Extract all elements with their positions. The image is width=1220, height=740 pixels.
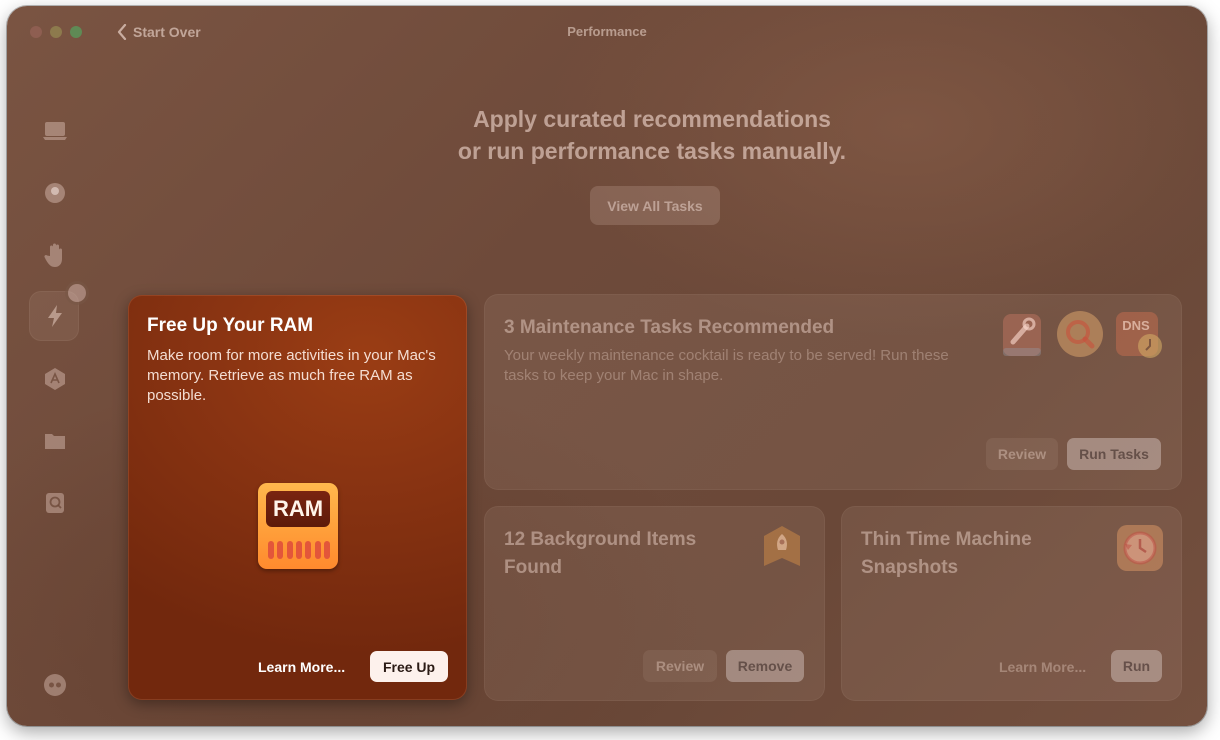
background-card-title: 12 Background Items Found	[504, 529, 697, 578]
sidebar-item-privacy[interactable]	[40, 240, 70, 270]
run-button[interactable]: Run	[1111, 650, 1162, 682]
ram-learn-more-link[interactable]: Learn More...	[258, 659, 345, 675]
view-all-tasks-button[interactable]: View All Tasks	[590, 186, 720, 225]
assistant-icon	[43, 673, 67, 697]
lightning-icon	[46, 304, 64, 328]
app-window: Start Over Performance Apply curated rec…	[7, 6, 1207, 726]
ram-chip-icon: RAM	[258, 483, 338, 569]
sidebar-item-space-lens[interactable]	[40, 488, 70, 518]
maintenance-card-title: 3 Maintenance Tasks Recommended	[504, 317, 835, 338]
snapshots-learn-more-link[interactable]: Learn More...	[999, 659, 1086, 675]
ram-chip-label: RAM	[266, 491, 330, 527]
sidebar-assistant-button[interactable]	[40, 670, 70, 700]
sidebar-item-smart-care[interactable]	[40, 116, 70, 146]
maintenance-review-button[interactable]: Review	[986, 438, 1058, 470]
notification-badge	[68, 284, 86, 302]
maintenance-card-description: Your weekly maintenance cocktail is read…	[504, 347, 949, 384]
applications-icon	[44, 367, 66, 391]
hand-icon	[44, 242, 66, 268]
ram-card-description: Make room for more activities in your Ma…	[147, 347, 436, 404]
dns-clock-icon: DNS	[1114, 310, 1164, 360]
snapshots-card-title: Thin Time Machine Snapshots	[861, 529, 1032, 578]
rocket-icon	[760, 524, 804, 572]
sidebar-item-applications[interactable]	[40, 364, 70, 394]
sidebar-item-performance[interactable]	[40, 301, 70, 331]
shield-icon	[44, 181, 66, 205]
laptop-icon	[42, 120, 68, 142]
background-items-card: 12 Background Items Found Review Remove	[484, 506, 825, 701]
run-tasks-button[interactable]: Run Tasks	[1067, 438, 1161, 470]
ram-card-title: Free Up Your RAM	[147, 315, 314, 336]
free-up-button[interactable]: Free Up	[370, 651, 448, 682]
sidebar-item-protection[interactable]	[40, 178, 70, 208]
search-files-icon	[44, 491, 66, 515]
maintenance-tasks-card: 3 Maintenance Tasks Recommended Your wee…	[484, 294, 1182, 490]
dns-label: DNS	[1122, 318, 1150, 333]
time-machine-icon	[1116, 524, 1164, 572]
remove-button[interactable]: Remove	[726, 650, 804, 682]
wrench-icon	[999, 312, 1045, 360]
window-title: Performance	[567, 24, 647, 39]
background-review-button[interactable]: Review	[643, 650, 717, 682]
folder-icon	[43, 431, 67, 451]
magnifier-icon	[1056, 310, 1104, 358]
sidebar-item-my-clutter[interactable]	[40, 426, 70, 456]
headline-line-2: or run performance tasks manually.	[457, 138, 847, 164]
headline-line-1: Apply curated recommendations	[473, 106, 831, 132]
time-machine-snapshots-card: Thin Time Machine Snapshots Learn More..…	[841, 506, 1182, 701]
free-up-ram-card: Free Up Your RAM Make room for more acti…	[128, 295, 467, 700]
